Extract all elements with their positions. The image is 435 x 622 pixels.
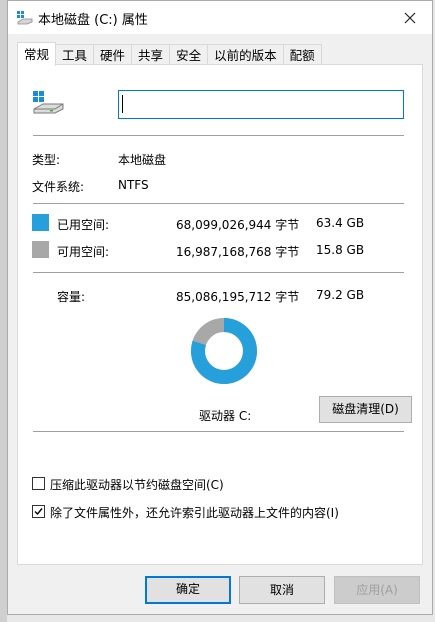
tab-security[interactable]: 安全	[169, 44, 209, 65]
filesystem-label: 文件系统:	[32, 180, 85, 194]
disk-usage-donut	[191, 318, 257, 384]
text-caret	[122, 95, 123, 113]
close-button[interactable]	[388, 1, 432, 34]
checkmark-icon	[34, 508, 43, 516]
ok-button[interactable]: 确定	[145, 576, 231, 604]
drive-letter-label: 驱动器 C:	[199, 409, 252, 423]
tab-quota[interactable]: 配额	[282, 44, 322, 65]
index-checkbox[interactable]	[32, 505, 45, 518]
capacity-bytes: 85,086,195,712 字节	[176, 290, 300, 304]
capacity-size: 79.2 GB	[316, 288, 365, 302]
compress-checkbox-label[interactable]: 压缩此驱动器以节约磁盘空间(C)	[50, 476, 224, 493]
separator	[33, 431, 404, 432]
tab-sharing[interactable]: 共享	[131, 44, 171, 65]
capacity-label: 容量:	[57, 290, 86, 304]
disk-cleanup-button[interactable]: 磁盘清理(D)	[319, 396, 412, 423]
cancel-button[interactable]: 取消	[239, 576, 325, 604]
used-space-swatch	[32, 214, 49, 231]
tab-general[interactable]: 常规	[17, 42, 57, 66]
free-space-size: 15.8 GB	[316, 243, 365, 257]
background-window-edge	[0, 0, 7, 622]
tab-hardware[interactable]: 硬件	[93, 44, 133, 65]
type-value: 本地磁盘	[118, 153, 167, 167]
free-space-swatch	[32, 241, 49, 258]
free-space-label: 可用空间:	[57, 245, 110, 259]
tab-previous-versions[interactable]: 以前的版本	[207, 44, 284, 65]
drive-name-input[interactable]	[118, 90, 404, 119]
separator	[33, 272, 404, 273]
drive-large-icon	[33, 91, 65, 118]
window-title: 本地磁盘 (C:) 属性	[38, 13, 148, 28]
filesystem-value: NTFS	[118, 178, 149, 192]
tab-strip: 常规 工具 硬件 共享 安全 以前的版本 配额	[17, 42, 322, 66]
general-tab-panel: 类型: 本地磁盘 文件系统: NTFS 已用空间: 68,099,026,944…	[17, 64, 423, 565]
separator	[33, 135, 404, 136]
close-icon	[404, 12, 416, 23]
drive-icon	[17, 11, 33, 28]
used-space-size: 63.4 GB	[316, 216, 365, 230]
separator	[33, 203, 404, 204]
used-space-label: 已用空间:	[57, 218, 110, 232]
used-space-bytes: 68,099,026,944 字节	[176, 218, 300, 232]
apply-button[interactable]: 应用(A)	[334, 576, 420, 604]
tab-tools[interactable]: 工具	[55, 44, 95, 65]
properties-dialog: 本地磁盘 (C:) 属性 常规 工具 硬件 共享 安全 以前的版本 配额 类型:…	[7, 0, 433, 615]
free-space-bytes: 16,987,168,768 字节	[176, 245, 300, 259]
compress-checkbox[interactable]	[32, 477, 45, 490]
type-label: 类型:	[32, 153, 61, 167]
index-checkbox-label[interactable]: 除了文件属性外，还允许索引此驱动器上文件的内容(I)	[50, 504, 339, 521]
title-bar[interactable]: 本地磁盘 (C:) 属性	[8, 1, 432, 34]
